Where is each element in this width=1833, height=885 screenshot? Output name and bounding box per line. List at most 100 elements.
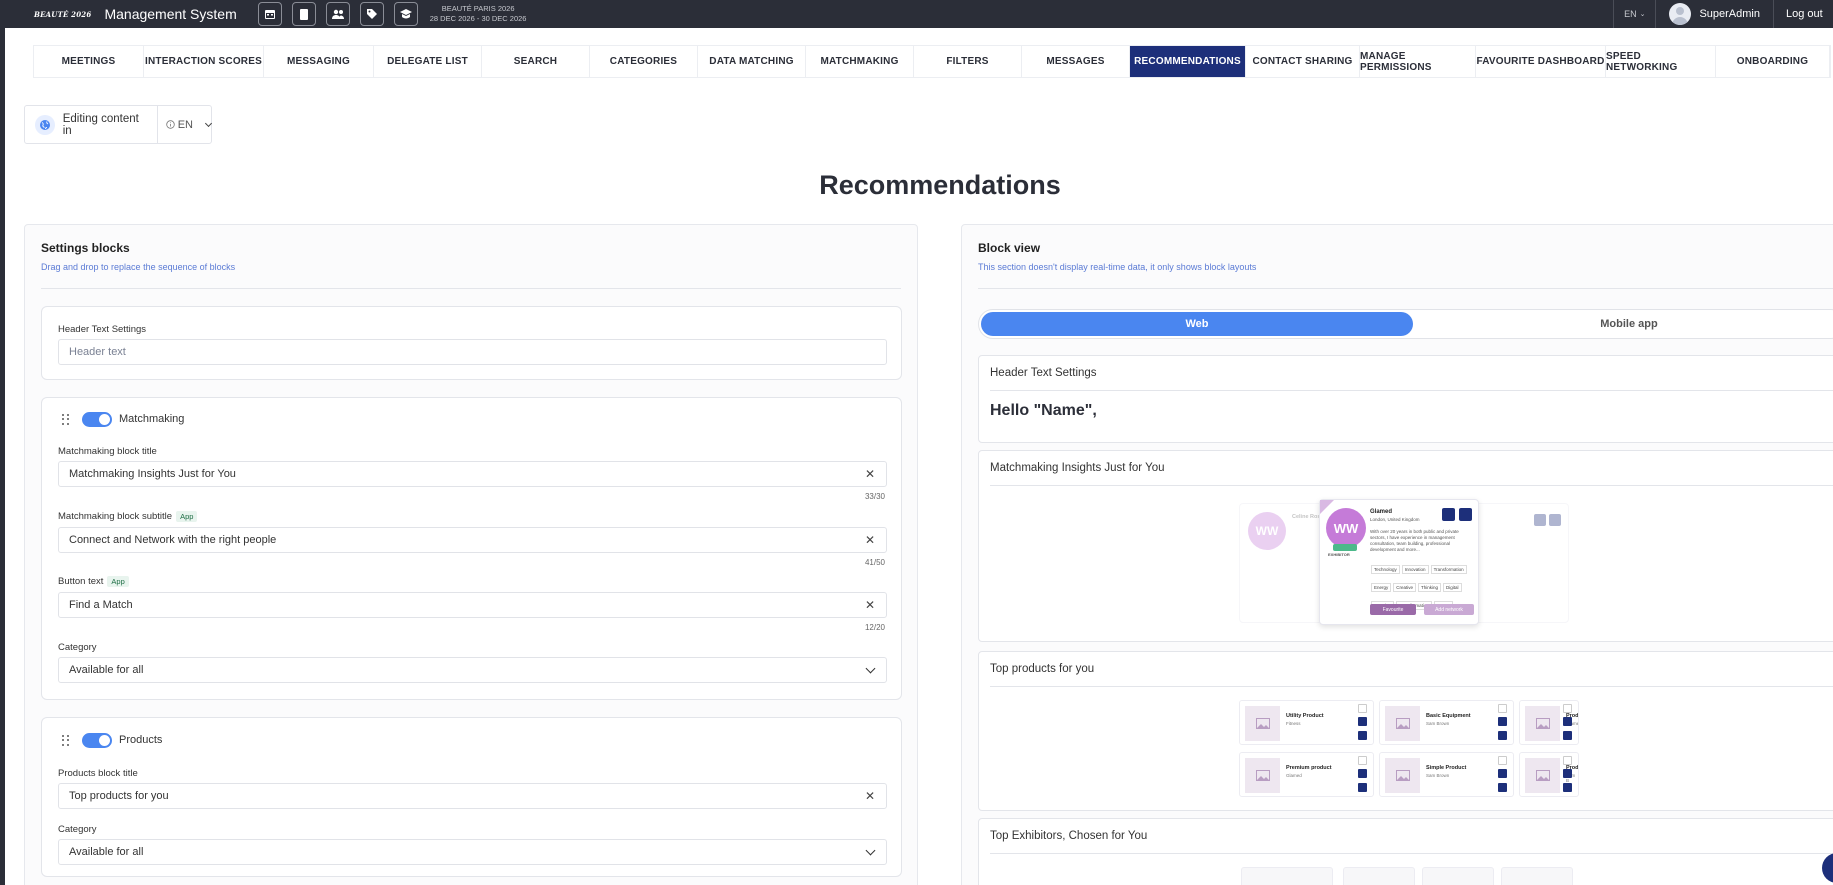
tag-icon[interactable] [359, 2, 384, 26]
matchmaking-title-label: Matchmaking block title [58, 446, 157, 457]
products-toggle[interactable] [82, 733, 112, 748]
product-owner: Fitness [1286, 721, 1301, 726]
language-code: EN [1624, 9, 1637, 19]
matchmaking-subtitle-input[interactable]: Connect and Network with the right peopl… [58, 527, 887, 553]
tab-search[interactable]: SEARCH [482, 46, 590, 77]
product-name: Premium product [1286, 765, 1332, 771]
product-name: Basic Equipment [1426, 713, 1471, 719]
language-dropdown[interactable]: EN ⌄ [1613, 0, 1657, 28]
product-card: Premium product Glamed [1239, 752, 1374, 797]
header-text-input[interactable]: Header text [58, 339, 887, 365]
tab-manage-permissions[interactable]: MANAGE PERMISSIONS [1360, 46, 1476, 77]
tab-interaction-scores[interactable]: INTERACTION SCORES [144, 46, 264, 77]
tab-speed-networking[interactable]: SPEED NETWORKING [1606, 46, 1716, 77]
language-code-dropdown[interactable]: EN [166, 119, 213, 131]
products-category-select[interactable]: Available for all [58, 839, 887, 865]
matchmaking-title-value: Matchmaking Insights Just for You [69, 468, 236, 480]
top-bar: BEAUTÉ 2026 Management System BEAUTÉ PAR… [0, 0, 1833, 28]
tab-messages[interactable]: MESSAGES [1022, 46, 1130, 77]
divider [990, 485, 1833, 486]
product-owner: Sam Brown [1426, 773, 1450, 778]
product-card: ProdGlamed [1519, 700, 1579, 745]
tab-contact-sharing[interactable]: CONTACT SHARING [1246, 46, 1360, 77]
system-title: Management System [104, 6, 237, 22]
clear-icon[interactable]: ✕ [865, 467, 875, 481]
view-mode-switch: Web Mobile app [978, 309, 1833, 339]
tab-meetings[interactable]: MEETINGS [34, 46, 144, 77]
panel-subtitle: Drag and drop to replace the sequence of… [41, 262, 236, 272]
avatar-initials: WW [1333, 520, 1359, 536]
products-title-label: Products block title [58, 768, 138, 779]
users-icon[interactable] [325, 2, 350, 26]
tag-chip: Transformation [1430, 565, 1467, 574]
calendar-icon [1563, 717, 1572, 726]
calendar-icon[interactable] [257, 2, 282, 26]
event-logo[interactable]: BEAUTÉ 2026 [34, 10, 91, 19]
panel-subtitle: This section doesn't display real-time d… [978, 262, 1257, 272]
username[interactable]: SuperAdmin [1699, 8, 1760, 20]
button-text-label-text: Button text [58, 576, 104, 587]
image-placeholder-icon [1385, 758, 1420, 793]
product-card: Basic Equipment Sam Brown [1379, 700, 1514, 745]
tab-messaging[interactable]: MESSAGING [264, 46, 374, 77]
products-layout-preview: Utility Product Fitness Basic Equipment Sam… [1239, 700, 1579, 800]
clear-icon[interactable]: ✕ [865, 598, 875, 612]
tab-categories[interactable]: CATEGORIES [590, 46, 698, 77]
content-language-selector[interactable]: Editing content in EN [24, 105, 213, 144]
avatar[interactable] [1669, 3, 1692, 25]
matchmaking-category-select[interactable]: Available for all [58, 657, 887, 683]
chevron-down-icon [865, 845, 876, 856]
favourite-icon [1358, 704, 1367, 713]
products-block-name: Products [119, 734, 163, 746]
drag-handle-icon[interactable] [62, 735, 70, 746]
tag-chip: Digital [1443, 583, 1462, 592]
tag-chip: Thinking [1418, 583, 1442, 592]
preview-name: Glamed [1370, 509, 1393, 515]
image-placeholder-icon [1525, 758, 1560, 793]
drag-handle-icon[interactable] [62, 414, 70, 425]
preview-card-title: Top Exhibitors, Chosen for You [990, 830, 1148, 842]
product-owner: Glamed [1286, 773, 1302, 778]
button-text-input[interactable]: Find a Match ✕ [58, 592, 887, 618]
document-icon[interactable] [291, 2, 316, 26]
mobile-view-button[interactable]: Mobile app [1413, 312, 1833, 336]
image-placeholder-icon [1525, 706, 1560, 741]
divider [41, 288, 901, 289]
favourite-icon [1358, 756, 1367, 765]
header-text-placeholder: Header text [69, 346, 126, 358]
favourite-icon [1498, 756, 1507, 765]
web-view-button[interactable]: Web [981, 312, 1413, 336]
clear-icon[interactable]: ✕ [865, 533, 875, 547]
exhibitor-placeholder [1501, 867, 1573, 885]
hello-greeting: Hello "Name", [990, 402, 1097, 419]
category-label: Category [58, 642, 97, 653]
settings-blocks-panel: Settings blocks Drag and drop to replace… [24, 224, 918, 885]
add-network-button: Add network [1424, 604, 1474, 615]
tag-chip: Creative [1393, 583, 1417, 592]
logout-link[interactable]: Log out [1773, 0, 1833, 28]
graduation-icon[interactable] [393, 2, 418, 26]
tab-recommendations[interactable]: RECOMMENDATIONS [1130, 46, 1246, 77]
status-badge [1333, 544, 1357, 551]
clear-icon[interactable]: ✕ [865, 789, 875, 803]
panel-title: Block view [978, 241, 1041, 255]
products-title-input[interactable]: Top products for you ✕ [58, 783, 887, 809]
favourite-icon [1563, 704, 1572, 713]
message-icon [1498, 731, 1507, 740]
tab-favourite-dashboard[interactable]: FAVOURITE DASHBOARD [1476, 46, 1606, 77]
matchmaking-title-input[interactable]: Matchmaking Insights Just for You ✕ [58, 461, 887, 487]
tab-onboarding[interactable]: ONBOARDING [1716, 46, 1830, 77]
calendar-icon [1498, 717, 1507, 726]
tab-matchmaking[interactable]: MATCHMAKING [806, 46, 914, 77]
chevron-down-icon [204, 119, 213, 127]
category-value: Available for all [69, 846, 144, 858]
tab-data-matching[interactable]: DATA MATCHING [698, 46, 806, 77]
tab-filters[interactable]: FILTERS [914, 46, 1022, 77]
matchmaking-toggle[interactable] [82, 412, 112, 427]
tab-delegate-list[interactable]: DELEGATE LIST [374, 46, 482, 77]
exhibitor-placeholder [1241, 867, 1333, 885]
tag-chip: Technology [1371, 565, 1400, 574]
matchmaking-preview-card: Matchmaking Insights Just for You WW Cel… [978, 450, 1833, 642]
preview-description: With over 20 years in both public and pr… [1370, 529, 1459, 552]
char-counter: 33/30 [864, 492, 885, 501]
